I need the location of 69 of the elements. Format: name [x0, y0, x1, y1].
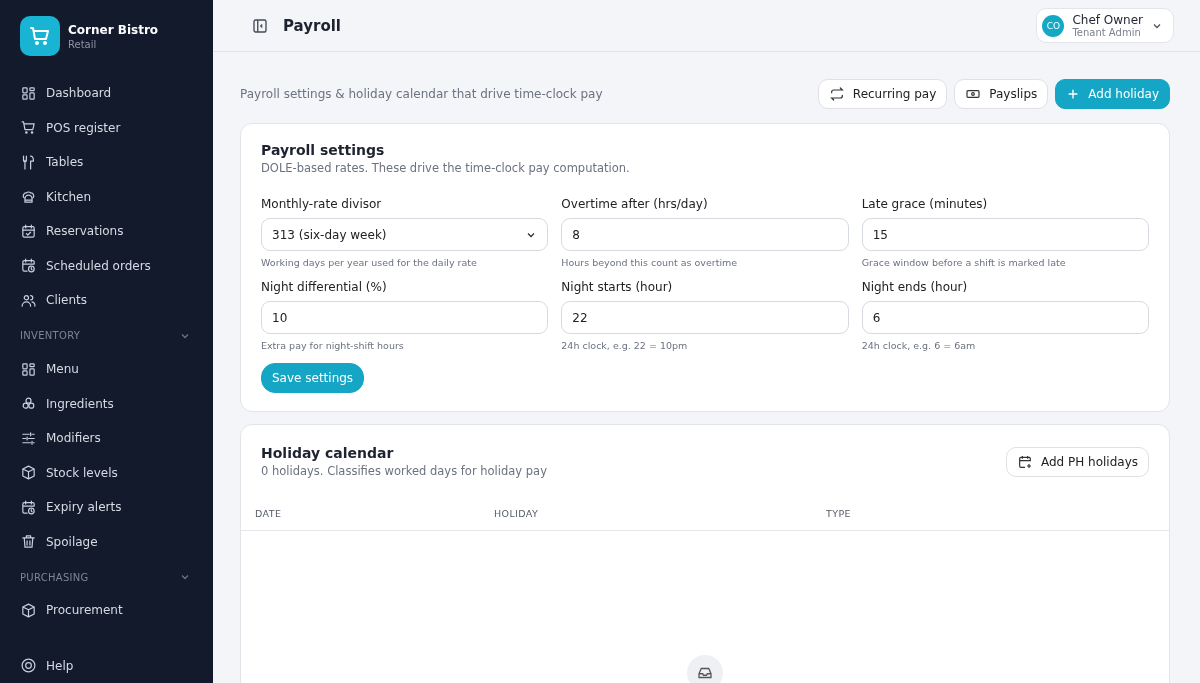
column-header: DATE: [255, 508, 283, 519]
sidebar-item[interactable]: Tables: [20, 145, 193, 180]
input-field[interactable]: 15: [861, 218, 1149, 251]
input-field[interactable]: 8: [561, 218, 849, 251]
repeat-icon: [828, 86, 845, 102]
box-icon: [20, 601, 37, 619]
field-hint: Extra pay for night-shift hours: [261, 340, 405, 351]
page-title: Payroll: [283, 16, 341, 35]
brand-name: Corner Bistro: [68, 22, 159, 37]
card-title: Holiday calendar: [261, 445, 395, 461]
sidebar-item[interactable]: Procurement: [20, 593, 193, 628]
sidebar-item[interactable]: Stock levels: [20, 455, 193, 490]
field-label: Night starts (hour): [561, 280, 674, 294]
sidebar-item[interactable]: Menu: [20, 351, 193, 387]
sidebar-item[interactable]: Expiry alerts: [20, 489, 193, 525]
column-header: TYPE: [826, 508, 851, 519]
cutlery-icon: [20, 153, 37, 171]
dashboard-icon: [20, 84, 37, 102]
section-heading: INVENTORY: [20, 330, 81, 342]
field-label: Late grace (minutes): [861, 197, 989, 211]
field-hint: 24h clock, e.g. 6 = 6am: [861, 340, 977, 351]
field-hint: Working days per year used for the daily rate: [261, 257, 478, 268]
user-menu[interactable]: CO Chef Owner Tenant Admin: [1036, 8, 1174, 43]
card-subtitle: 0 holidays. Classifies worked days for holiday pay: [261, 464, 547, 478]
input-field[interactable]: 6: [861, 301, 1149, 334]
trash-icon: [20, 533, 37, 551]
chef-hat-icon: [20, 188, 37, 206]
section-heading: PURCHASING: [20, 571, 89, 583]
user-role: Tenant Admin: [1072, 27, 1141, 38]
field-label: Overtime after (hrs/day): [561, 197, 709, 211]
sidebar-item[interactable]: Dashboard: [20, 76, 193, 111]
cart-icon: [20, 119, 37, 137]
input-field[interactable]: 10: [261, 301, 549, 334]
field-label: Night differential (%): [261, 280, 388, 294]
card-subtitle: DOLE-based rates. These drive the time-clock pay computation.: [261, 161, 631, 175]
select-field[interactable]: 313 (six-day week): [261, 218, 549, 251]
action-button[interactable]: Recurring pay: [817, 79, 948, 109]
sidebar-item[interactable]: POS register: [20, 110, 193, 146]
calendar-clock-icon: [20, 257, 37, 275]
field-label: Night ends (hour): [861, 280, 969, 294]
sidebar-item[interactable]: Help: [20, 648, 193, 683]
sidebar-item[interactable]: Ingredients: [20, 386, 193, 421]
field-label: Monthly-rate divisor: [261, 197, 383, 211]
collapse-sidebar-icon[interactable]: [251, 16, 269, 35]
calendar-clock-icon: [20, 498, 37, 516]
user-name: Chef Owner: [1072, 13, 1143, 27]
calendar-icon: [20, 222, 37, 240]
sidebar-item[interactable]: Reservations: [20, 214, 193, 249]
grid-icon: [20, 360, 37, 378]
input-field[interactable]: 22: [561, 301, 849, 334]
user-avatar: CO: [1042, 14, 1065, 37]
action-button[interactable]: Payslips: [954, 79, 1049, 109]
sidebar-item[interactable]: Clients: [20, 283, 193, 318]
sidebar-item[interactable]: Spoilage: [20, 524, 193, 559]
sidebar-item[interactable]: Kitchen: [20, 179, 193, 215]
field-hint: Hours beyond this count as overtime: [561, 257, 739, 268]
add-ph-holidays-button[interactable]: Add PH holidays: [1005, 446, 1149, 477]
column-header: HOLIDAY: [494, 508, 540, 519]
sliders-icon: [20, 429, 37, 447]
brand-subtitle: Retail: [68, 38, 98, 50]
sidebar-item[interactable]: Modifiers: [20, 420, 193, 456]
box-icon: [20, 464, 37, 482]
calendar-plus-icon: [1016, 453, 1033, 470]
cart-logo-icon: [20, 16, 60, 56]
sidebar-item[interactable]: Scheduled orders: [20, 248, 193, 284]
page-description: Payroll settings & holiday calendar that drive time-clock pay: [240, 87, 603, 101]
card-title: Payroll settings: [261, 142, 386, 158]
field-hint: Grace window before a shift is marked late: [861, 257, 1067, 268]
field-hint: 24h clock, e.g. 22 = 10pm: [561, 340, 689, 351]
